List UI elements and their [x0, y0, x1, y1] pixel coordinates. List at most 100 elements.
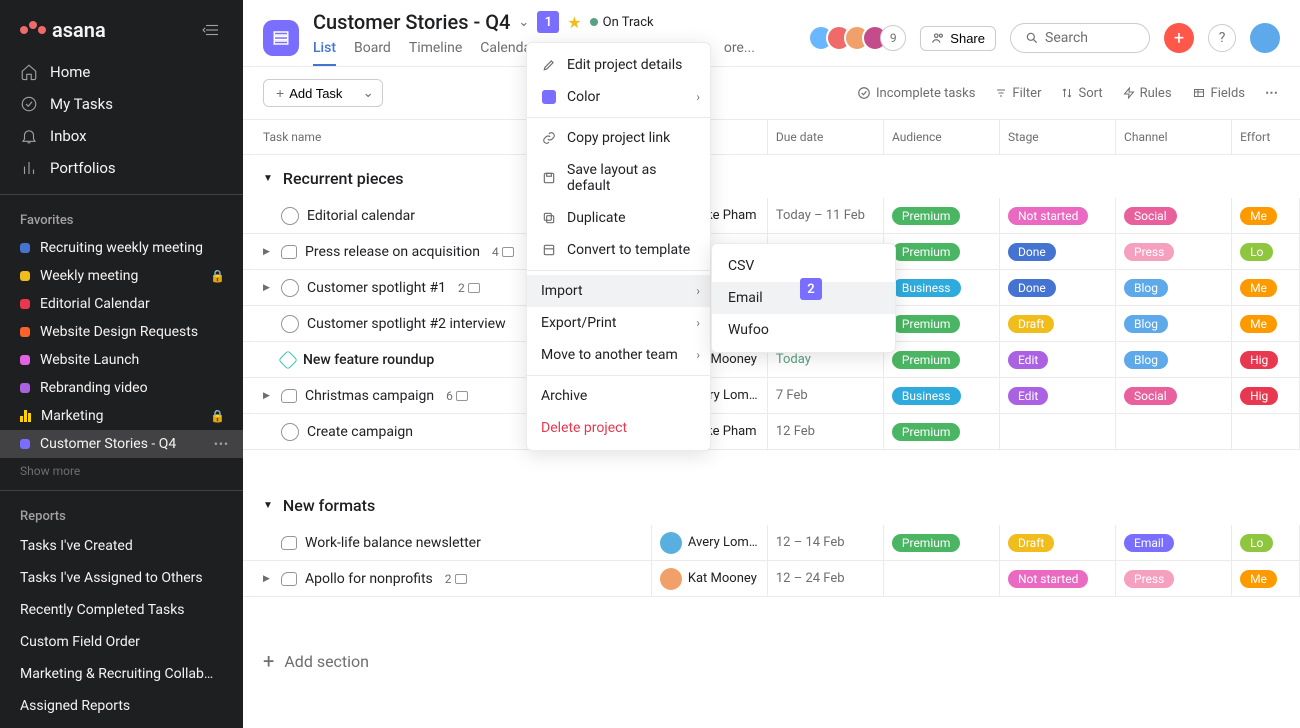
tag-pill[interactable]: Draft	[1008, 315, 1054, 333]
task-row[interactable]: ▶Christmas campaign6 Avery Lomax7 FebBus…	[243, 378, 1300, 414]
task-row[interactable]: Create campaignBlake Pham12 FebPremium	[243, 414, 1300, 450]
menu-archive[interactable]: Archive	[527, 380, 710, 412]
tag-pill[interactable]: Premium	[892, 207, 960, 225]
avatar-overflow-count[interactable]: 9	[880, 25, 906, 51]
col-header-stage[interactable]: Stage	[1000, 120, 1116, 154]
show-more-link[interactable]: Show more	[0, 458, 243, 484]
tag-pill[interactable]: Blog	[1124, 351, 1168, 369]
task-row[interactable]: Editorial calendarBlake PhamToday – 11 F…	[243, 198, 1300, 234]
nav-check[interactable]: My Tasks	[0, 88, 243, 120]
tag-pill[interactable]: Email	[1124, 534, 1174, 552]
expand-icon[interactable]: ▶	[263, 247, 273, 257]
members-avatars[interactable]: 9	[808, 25, 906, 51]
favorite-item[interactable]: Website Design Requests	[0, 318, 243, 346]
favorite-item[interactable]: Weekly meeting🔒	[0, 262, 243, 290]
tag-pill[interactable]: Social	[1124, 387, 1177, 405]
tag-pill[interactable]: Premium	[892, 315, 960, 333]
menu-import[interactable]: Import›	[527, 275, 710, 307]
favorite-item[interactable]: Rebranding video	[0, 374, 243, 402]
tag-pill[interactable]: Me	[1240, 207, 1277, 225]
incomplete-tasks-filter[interactable]: Incomplete tasks	[857, 86, 975, 101]
tag-pill[interactable]: Not started	[1008, 207, 1088, 225]
share-button[interactable]: Share	[920, 26, 996, 51]
global-add-button[interactable]: +	[1164, 23, 1194, 53]
report-item[interactable]: Recently Completed Tasks	[0, 594, 243, 626]
favorite-item[interactable]: Marketing🔒	[0, 402, 243, 430]
more-actions-button[interactable]: ⋯	[1265, 86, 1280, 101]
tag-pill[interactable]: Business	[892, 279, 961, 297]
expand-icon[interactable]: ▶	[263, 391, 273, 401]
tab-more[interactable]: ore...	[724, 40, 755, 66]
tag-pill[interactable]: Hig	[1240, 387, 1278, 405]
project-icon[interactable]	[263, 20, 299, 56]
project-title[interactable]: Customer Stories - Q4	[313, 10, 510, 34]
expand-icon[interactable]: ▶	[263, 283, 273, 293]
tag-pill[interactable]: Me	[1240, 315, 1277, 333]
fields-button[interactable]: Fields	[1192, 86, 1245, 101]
favorite-item[interactable]: Editorial Calendar	[0, 290, 243, 318]
menu-move-team[interactable]: Move to another team›	[527, 339, 710, 371]
star-icon[interactable]: ★	[567, 13, 581, 32]
col-header-audience[interactable]: Audience	[884, 120, 1000, 154]
tag-pill[interactable]: Done	[1008, 279, 1056, 297]
tag-pill[interactable]: Not started	[1008, 570, 1088, 588]
tag-pill[interactable]: Press	[1124, 570, 1174, 588]
add-task-dropdown-button[interactable]: ⌄	[354, 80, 381, 106]
favorite-item[interactable]: Customer Stories - Q4•••	[0, 430, 243, 458]
report-item[interactable]: Assigned Reports	[0, 690, 243, 722]
tag-pill[interactable]: Edit	[1008, 351, 1048, 369]
tag-pill[interactable]: Social	[1124, 207, 1177, 225]
due-date[interactable]: 12 Feb	[768, 414, 884, 449]
status-chip[interactable]: On Track	[590, 15, 654, 30]
logo[interactable]: asana	[20, 18, 106, 42]
nav-bell[interactable]: Inbox	[0, 120, 243, 152]
filter-button[interactable]: Filter	[995, 86, 1041, 101]
tab-board[interactable]: Board	[354, 40, 391, 66]
due-date[interactable]: 12 – 14 Feb	[768, 525, 884, 560]
add-section-button[interactable]: + Add section	[243, 629, 1300, 693]
menu-duplicate[interactable]: Duplicate	[527, 202, 710, 234]
tag-pill[interactable]: Blog	[1124, 279, 1168, 297]
section-collapse-icon[interactable]: ▼	[263, 173, 273, 184]
menu-convert-template[interactable]: Convert to template	[527, 234, 710, 266]
assignee-avatar[interactable]	[660, 568, 682, 590]
favorite-item[interactable]: Recruiting weekly meeting	[0, 234, 243, 262]
menu-edit-project[interactable]: Edit project details	[527, 49, 710, 81]
tag-pill[interactable]: Done	[1008, 243, 1056, 261]
sort-button[interactable]: Sort	[1061, 86, 1102, 101]
favorite-item[interactable]: Website Launch	[0, 346, 243, 374]
task-complete-icon[interactable]	[281, 315, 299, 333]
col-header-channel[interactable]: Channel	[1116, 120, 1232, 154]
tab-list[interactable]: List	[313, 40, 336, 66]
tag-pill[interactable]: Blog	[1124, 315, 1168, 333]
search-input[interactable]: Search	[1010, 23, 1150, 53]
expand-icon[interactable]: ▶	[263, 574, 273, 584]
col-header-duedate[interactable]: Due date	[768, 120, 884, 154]
task-row[interactable]: ▶Apollo for nonprofits2 Kat Mooney12 – 2…	[243, 561, 1300, 597]
menu-delete-project[interactable]: Delete project	[527, 412, 710, 444]
report-item[interactable]: Marketing & Recruiting Collab…	[0, 658, 243, 690]
tag-pill[interactable]: Business	[892, 387, 961, 405]
report-item[interactable]: Tasks I've Created	[0, 530, 243, 562]
report-item[interactable]: Custom Field Order	[0, 626, 243, 658]
report-item[interactable]: Tasks I've Assigned to Others	[0, 562, 243, 594]
task-row[interactable]: Work-life balance newsletterAvery Lomax1…	[243, 525, 1300, 561]
due-date[interactable]: 7 Feb	[768, 378, 884, 413]
section-header[interactable]: ▼Recurrent pieces	[243, 155, 1300, 198]
tag-pill[interactable]: Lo	[1240, 243, 1273, 261]
assignee-avatar[interactable]	[660, 532, 682, 554]
menu-save-layout[interactable]: Save layout as default	[527, 154, 710, 202]
project-menu-chevron-icon[interactable]: ⌄	[518, 15, 529, 30]
tag-pill[interactable]: Premium	[892, 351, 960, 369]
tag-pill[interactable]: Press	[1124, 243, 1174, 261]
tab-timeline[interactable]: Timeline	[409, 40, 462, 66]
section-collapse-icon[interactable]: ▼	[263, 500, 273, 511]
menu-export[interactable]: Export/Print›	[527, 307, 710, 339]
tag-pill[interactable]: Lo	[1240, 534, 1273, 552]
tag-pill[interactable]: Premium	[892, 243, 960, 261]
collapse-sidebar-icon[interactable]	[201, 21, 223, 39]
due-date[interactable]: Today – 11 Feb	[768, 198, 884, 233]
task-complete-icon[interactable]	[281, 423, 299, 441]
menu-color[interactable]: Color›	[527, 81, 710, 113]
nav-bars[interactable]: Portfolios	[0, 152, 243, 184]
